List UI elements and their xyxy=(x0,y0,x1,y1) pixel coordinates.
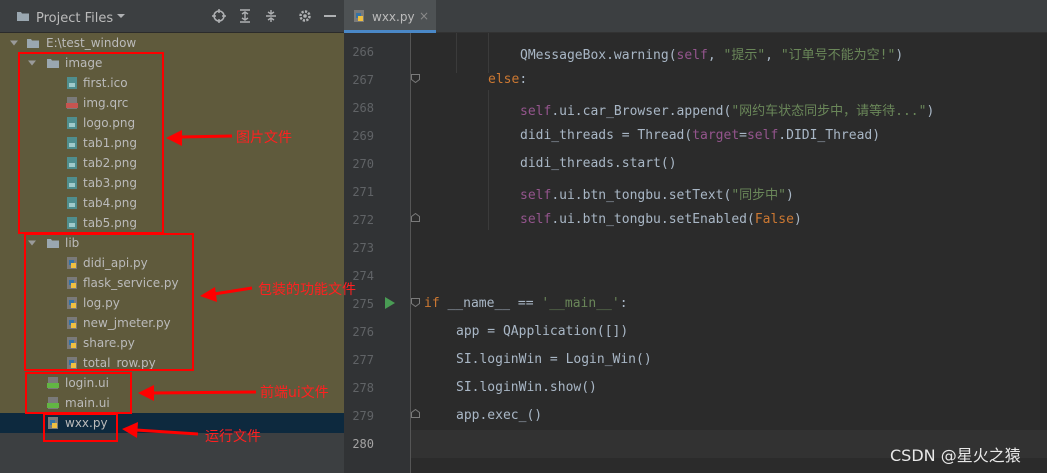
editor-tabbar: wxx.py × xyxy=(344,0,1047,33)
code-line[interactable]: self.ui.btn_tongbu.setText("同步中") xyxy=(520,184,794,203)
line-number: 279 xyxy=(352,409,374,423)
project-panel-header: Project Files xyxy=(0,0,344,33)
chevron-down-icon[interactable] xyxy=(10,39,18,47)
line-number-current: 280 xyxy=(352,437,374,451)
fold-marker-icon[interactable] xyxy=(411,409,420,418)
annotation-label-ui: 前端ui文件 xyxy=(260,385,329,401)
code-line[interactable]: app.exec_() xyxy=(456,408,542,423)
gutter-separator xyxy=(410,33,411,473)
tab-label: wxx.py xyxy=(372,10,415,24)
line-number: 276 xyxy=(352,325,374,339)
line-number: 269 xyxy=(352,129,374,143)
annotation-label-lib: 包装的功能文件 xyxy=(258,282,356,298)
editor-tab-wxx[interactable]: wxx.py × xyxy=(344,0,436,33)
code-line[interactable]: self.ui.car_Browser.append("网约车状态同步中，请等待… xyxy=(520,100,934,119)
annotation-box-run xyxy=(43,413,118,442)
line-number: 277 xyxy=(352,353,374,367)
code-line[interactable]: didi_threads.start() xyxy=(520,156,677,171)
code-line[interactable]: else: xyxy=(488,72,527,87)
line-number: 267 xyxy=(352,73,374,87)
locate-icon[interactable] xyxy=(212,9,226,23)
line-number: 270 xyxy=(352,157,374,171)
fold-marker-icon[interactable] xyxy=(411,74,420,83)
line-number: 273 xyxy=(352,241,374,255)
indent-guide xyxy=(488,33,489,73)
code-line[interactable]: if __name__ == '__main__': xyxy=(424,296,628,311)
annotation-label-run: 运行文件 xyxy=(205,429,261,445)
close-icon[interactable]: × xyxy=(419,9,429,23)
python-file-icon xyxy=(354,10,364,22)
annotation-box-images xyxy=(18,52,164,234)
collapse-all-icon[interactable] xyxy=(264,9,278,23)
code-line[interactable]: self.ui.btn_tongbu.setEnabled(False) xyxy=(520,212,802,227)
annotation-box-lib xyxy=(24,233,194,371)
folder-icon xyxy=(27,39,39,48)
code-line[interactable]: QMessageBox.warning(self, "提示", "订单号不能为空… xyxy=(520,44,903,63)
ide-window: Project Files E:\test_window image first… xyxy=(0,0,1047,473)
code-line[interactable]: SI.loginWin.show() xyxy=(456,380,597,395)
hide-panel-icon[interactable] xyxy=(323,15,337,18)
indent-guide xyxy=(456,33,457,73)
run-icon[interactable] xyxy=(384,296,396,310)
editor-pane: wxx.py × 266 267 268 269 270 271 272 273… xyxy=(344,0,1047,473)
line-number: 272 xyxy=(352,213,374,227)
expand-all-icon[interactable] xyxy=(238,9,252,23)
gear-icon[interactable] xyxy=(298,9,312,23)
tree-row-root-folder[interactable]: E:\test_window xyxy=(0,33,344,53)
line-number: 266 xyxy=(352,45,374,59)
code-line[interactable]: didi_threads = Thread(target=self.DIDI_T… xyxy=(520,128,880,143)
code-line[interactable]: SI.loginWin = Login_Win() xyxy=(456,352,652,367)
fold-marker-icon[interactable] xyxy=(411,298,420,307)
project-files-title[interactable]: Project Files xyxy=(36,11,113,26)
watermark: CSDN @星火之猿 xyxy=(890,446,1021,465)
code-line[interactable]: app = QApplication([]) xyxy=(456,324,628,339)
chevron-down-icon[interactable] xyxy=(116,11,126,21)
tree-label: E:\test_window xyxy=(46,36,137,50)
folder-icon xyxy=(17,12,29,21)
line-number: 275 xyxy=(352,297,374,311)
fold-marker-icon[interactable] xyxy=(411,213,420,222)
annotation-label-images: 图片文件 xyxy=(236,130,292,146)
annotation-box-ui xyxy=(25,372,132,414)
line-number: 271 xyxy=(352,185,374,199)
indent-guide xyxy=(488,90,489,230)
line-number: 268 xyxy=(352,101,374,115)
line-number: 278 xyxy=(352,381,374,395)
